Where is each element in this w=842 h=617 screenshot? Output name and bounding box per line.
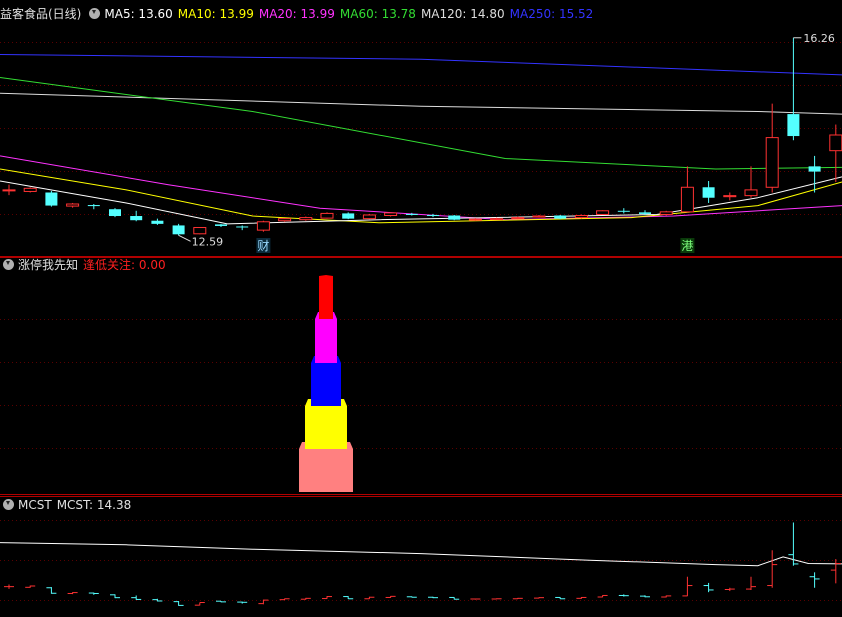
candle-body (384, 212, 398, 217)
candle-body (617, 210, 630, 212)
indicator-dropdown-icon[interactable] (3, 259, 14, 270)
mcst-line (0, 542, 842, 567)
marker-cai: 财 (257, 239, 269, 253)
ma-line-ma5 (0, 176, 842, 225)
chart-canvas: 16.26 12.59 财 港 (0, 32, 842, 606)
ma-legend-item: MA20: 13.99 (258, 7, 335, 21)
main-panel-header: 益客食品(日线) MA5: 13.60 MA10: 13.99 MA20: 13.99… (0, 5, 603, 23)
candle-body (596, 210, 610, 215)
candle-body (765, 137, 779, 188)
candle-body (299, 217, 313, 221)
candle-body (109, 209, 121, 217)
candle-body (151, 220, 164, 224)
low-pointer (178, 234, 191, 242)
candle-body (639, 212, 651, 214)
candle-body (532, 215, 546, 218)
candle-body (45, 192, 58, 206)
indicator-peak (319, 275, 333, 276)
candle-body (256, 221, 270, 231)
stock-name: 益客食品(日线) (0, 7, 82, 21)
candle-body (193, 227, 207, 235)
candle-body (490, 218, 504, 221)
candle-body (723, 195, 737, 198)
candle-body (427, 214, 439, 217)
candle-body (554, 215, 567, 219)
candle-body (808, 166, 821, 172)
candle-body (342, 213, 355, 219)
candle-body (362, 214, 376, 220)
indicator-name: 涨停我先知 (18, 258, 79, 272)
candle-body (405, 213, 418, 215)
ma-line-ma120 (0, 92, 842, 115)
mcst-name: MCST (18, 498, 52, 512)
mcst-value-label: MCST: 14.38 (56, 498, 132, 512)
ma-legend-item: MA120: 14.80 (420, 7, 505, 21)
settings-dropdown-icon[interactable] (89, 8, 101, 19)
candle-body (659, 211, 673, 215)
indicator-bar (311, 363, 341, 406)
ma-legend-item: MA5: 13.60 (104, 7, 173, 21)
ma-line-ma20 (0, 155, 842, 221)
candle-body (320, 212, 334, 219)
candle-body (787, 114, 800, 137)
indicator-value-label: 逢低关注: 0.00 (83, 258, 166, 272)
indicator-bar (319, 276, 333, 319)
candle-body (2, 189, 16, 192)
candle-body (574, 215, 588, 219)
candle-body (680, 186, 694, 213)
candle-body (511, 217, 525, 220)
candle-body (744, 189, 758, 197)
high-price-label: 16.26 (803, 32, 835, 45)
candle-body (215, 224, 227, 226)
ma-legend: MA5: 13.60 MA10: 13.99 MA20: 13.99 MA60: 13… (104, 7, 598, 21)
stock-chart-window: 16.26 12.59 财 港 益客食品(日线) MA5: 13.60 MA10: 13.… (0, 0, 842, 617)
candle-body (172, 225, 185, 235)
ma-line-ma250 (0, 54, 842, 76)
candle-body (87, 205, 100, 207)
candle-body (468, 218, 482, 221)
candle-body (829, 134, 842, 152)
mcst-panel-header: MCST MCST: 14.38 (0, 496, 136, 514)
mcst-dropdown-icon[interactable] (3, 499, 14, 510)
ma-line-ma60 (0, 77, 842, 170)
ma-legend-item: MA60: 13.78 (339, 7, 416, 21)
marker-gang: 港 (681, 239, 693, 253)
indicator-bar (299, 449, 353, 492)
indicator-panel-header: 涨停我先知 逢低关注: 0.00 (0, 256, 171, 274)
low-price-label: 12.59 (192, 235, 224, 248)
ma-legend-item: MA250: 15.52 (509, 7, 594, 21)
candle-body (130, 216, 143, 221)
indicator-bar (315, 319, 337, 363)
ma-legend-item: MA10: 13.99 (177, 7, 254, 21)
candle-body (236, 226, 249, 228)
candle-body (66, 203, 80, 207)
candle-body (23, 187, 37, 192)
candle-body (448, 215, 461, 220)
indicator-bar (305, 406, 347, 449)
candle-body (702, 187, 715, 198)
candle-body (278, 218, 292, 222)
